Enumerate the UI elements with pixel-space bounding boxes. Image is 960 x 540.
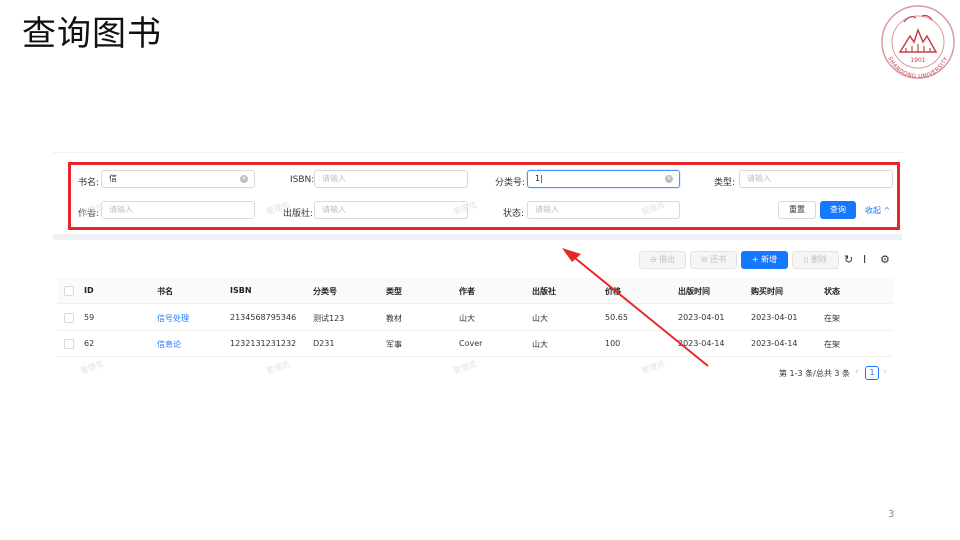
column-header[interactable]: 类型 [386, 286, 402, 297]
watermark-text: 管理员 [452, 359, 478, 376]
table-cell: D231 [313, 339, 335, 348]
annotation-arrow [562, 248, 709, 367]
table-cell: 2134568795346 [230, 313, 297, 322]
select-all-checkbox[interactable] [64, 286, 74, 296]
book-title-link[interactable]: 信号处理 [157, 313, 189, 324]
watermark-text: 管理员 [640, 359, 666, 376]
column-header[interactable]: 书名 [157, 286, 173, 297]
table-cell: 山大 [532, 314, 548, 323]
column-header[interactable]: 作者 [459, 286, 475, 297]
column-header[interactable]: 分类号 [313, 286, 337, 297]
add-button[interactable]: + 新增 [741, 251, 788, 269]
university-logo: 1901 SHANDONG UNIVERSITY [881, 5, 955, 80]
watermark-text: 管理员 [79, 359, 105, 376]
return-icon: ⊖ [700, 255, 708, 264]
pagination-summary: 第 1-3 条/总共 3 条 [779, 369, 851, 378]
column-header[interactable]: 价格 [605, 286, 621, 297]
delete-button[interactable]: ▯ 删除 [792, 251, 839, 269]
table-cell: 教材 [386, 314, 402, 323]
table-cell: 100 [605, 339, 621, 348]
book-title-link[interactable]: 信息论 [157, 339, 181, 350]
table-row: 59 信号处理 2134568795346 测试123 教材 山大 山大 50.… [57, 305, 893, 331]
table-cell: 62 [84, 339, 95, 348]
density-icon[interactable]: Ⅰ [863, 253, 866, 266]
refresh-icon[interactable]: ↻ [844, 253, 853, 266]
watermark-text: 管理员 [265, 359, 291, 376]
table-cell: 2023-04-14 [751, 339, 798, 348]
table-cell: 在架 [824, 340, 840, 349]
return-button[interactable]: ⊖ 还书 [690, 251, 737, 269]
page-button[interactable]: 1 [865, 366, 879, 380]
trash-icon: ▯ [804, 255, 809, 264]
row-checkbox[interactable] [64, 339, 74, 349]
column-header[interactable]: ID [84, 286, 94, 295]
table-header: ID 书名 ISBN 分类号 类型 作者 出版社 价格 出版时间 购买时间 状态 [57, 278, 893, 304]
table-cell: 2023-04-01 [751, 313, 798, 322]
table-cell: 军事 [386, 340, 402, 349]
table-cell: 在架 [824, 314, 840, 323]
table-cell: 59 [84, 313, 95, 322]
chevron-right-icon[interactable]: › [883, 367, 887, 377]
table-cell: 测试123 [313, 314, 345, 323]
chevron-left-icon[interactable]: ‹ [855, 367, 859, 377]
table-cell: Cover [459, 339, 483, 348]
column-header[interactable]: 出版时间 [678, 286, 710, 297]
table-cell: 50.65 [605, 313, 628, 322]
column-header[interactable]: 状态 [824, 286, 840, 297]
table-cell: 1232131231232 [230, 339, 297, 348]
borrow-button[interactable]: ⊖ 借出 [639, 251, 686, 269]
table-row: 62 信息论 1232131231232 D231 军事 Cover 山大 10… [57, 331, 893, 357]
table-cell: 2023-04-14 [678, 339, 725, 348]
settings-icon[interactable]: ⚙ [880, 253, 890, 266]
column-header[interactable]: 出版社 [532, 286, 556, 297]
slide-title: 查询图书 [22, 14, 162, 54]
table-cell: 山大 [459, 314, 475, 323]
page-number: 3 [888, 509, 895, 520]
row-checkbox[interactable] [64, 313, 74, 323]
highlight-box [68, 162, 900, 230]
table-cell: 2023-04-01 [678, 313, 725, 322]
column-header[interactable]: 购买时间 [751, 286, 783, 297]
borrow-icon: ⊖ [649, 255, 657, 264]
logo-year: 1901 [910, 57, 925, 64]
column-header[interactable]: ISBN [230, 286, 252, 295]
plus-icon: + [751, 255, 759, 264]
table-cell: 山大 [532, 340, 548, 349]
